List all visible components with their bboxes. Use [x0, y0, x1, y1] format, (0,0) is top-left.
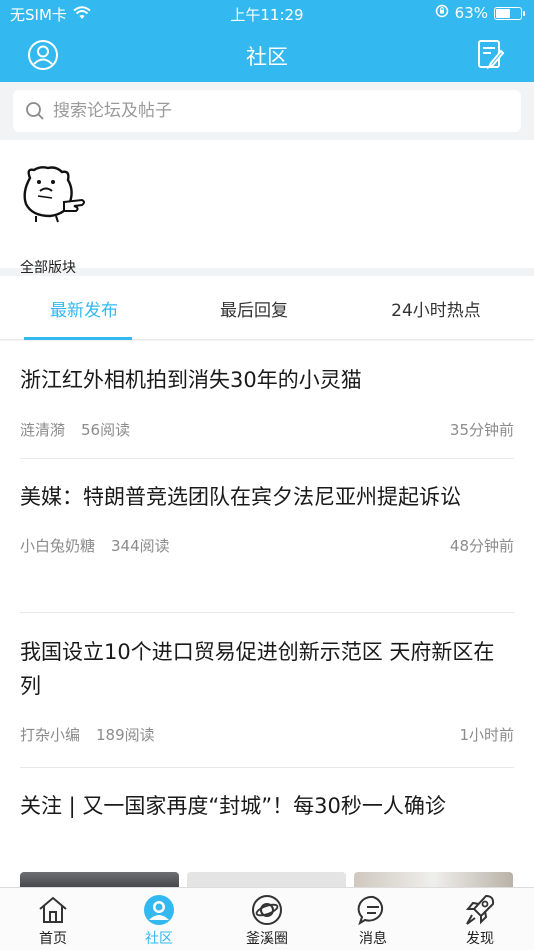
post-thumbnail[interactable] — [187, 872, 346, 887]
post-title: 浙江红外相机拍到消失30年的小灵猫 — [20, 368, 362, 392]
tab-messages[interactable]: 消息 — [333, 892, 413, 948]
divider — [20, 767, 514, 768]
rotation-lock-icon — [435, 4, 449, 22]
tab-discover[interactable]: 发现 — [440, 892, 520, 948]
tab-label: 发现 — [466, 931, 494, 947]
post-title: 关注 | 又一国家再度“封城”！每30秒一人确诊 — [20, 794, 446, 818]
post-read-count: 56阅读 — [81, 421, 131, 439]
post-author: 小白兔奶糖 — [20, 537, 96, 555]
post-item[interactable]: 浙江红外相机拍到消失30年的小灵猫 涟清漪 56阅读 35分钟前 — [0, 363, 534, 459]
divider — [20, 612, 514, 613]
post-item[interactable]: 我国设立10个进口贸易促进创新示范区 天府新区在列 打杂小编 189阅读 1小时… — [0, 635, 534, 745]
rocket-icon — [465, 894, 495, 925]
battery-percent: 63% — [454, 4, 488, 22]
search-input[interactable] — [53, 101, 493, 121]
post-meta: 打杂小编 189阅读 1小时前 — [20, 724, 514, 745]
post-author: 打杂小编 — [20, 726, 81, 744]
tab-label: 首页 — [39, 931, 67, 947]
planet-icon — [252, 895, 282, 925]
tab-label: 社区 — [145, 931, 173, 947]
post-author: 涟清漪 — [20, 421, 66, 439]
post-read-count: 189阅读 — [96, 726, 155, 744]
post-title: 美媒：特朗普竞选团队在宾夕法尼亚州提起诉讼 — [20, 485, 461, 509]
post-meta: 涟清漪 56阅读 35分钟前 — [20, 419, 514, 440]
compose-icon — [478, 40, 505, 70]
status-bar: 无SIM卡 上午11:29 63% — [0, 0, 534, 28]
post-item[interactable]: 美媒：特朗普竞选团队在宾夕法尼亚州提起诉讼 小白兔奶糖 344阅读 48分钟前 — [0, 480, 534, 556]
tab-last-reply[interactable]: 最后回复 — [174, 296, 334, 321]
post-list: 浙江红外相机拍到消失30年的小灵猫 涟清漪 56阅读 35分钟前 美媒：特朗普竞… — [0, 341, 534, 887]
post-item[interactable]: 关注 | 又一国家再度“封城”！每30秒一人确诊 — [0, 789, 534, 823]
tab-home[interactable]: 首页 — [13, 892, 93, 948]
tab-latest[interactable]: 最新发布 — [4, 296, 164, 321]
post-time: 35分钟前 — [449, 421, 514, 439]
post-thumbnails — [20, 872, 514, 887]
tab-label: 消息 — [359, 931, 387, 947]
tab-24h-hot[interactable]: 24小时热点 — [356, 296, 516, 321]
community-icon — [144, 895, 174, 925]
tab-community[interactable]: 社区 — [119, 892, 199, 948]
post-thumbnail[interactable] — [354, 872, 513, 887]
battery-level-fill — [496, 8, 510, 18]
post-title: 我国设立10个进口贸易促进创新示范区 天府新区在列 — [20, 640, 495, 698]
active-tab-indicator — [24, 337, 132, 340]
message-icon — [357, 895, 384, 926]
nav-bar: 社区 — [0, 28, 534, 82]
search-box[interactable] — [13, 90, 521, 132]
board-label: 全部版块 — [20, 260, 76, 276]
search-bar-area — [0, 82, 534, 140]
post-thumbnail[interactable] — [20, 872, 179, 887]
post-time: 48分钟前 — [449, 537, 514, 555]
board-all[interactable]: 全部版块 — [20, 164, 90, 276]
post-time: 1小时前 — [459, 726, 514, 744]
tab-label: 釜溪圈 — [246, 931, 288, 947]
compose-post-button[interactable] — [474, 38, 508, 72]
post-filter-tabs: 最新发布 最后回复 24小时热点 — [0, 276, 534, 340]
post-read-count: 344阅读 — [111, 537, 170, 555]
bear-mascot-icon — [23, 166, 85, 223]
post-meta: 小白兔奶糖 344阅读 48分钟前 — [20, 535, 514, 556]
boards-section: 全部版块 — [0, 140, 534, 276]
page-title: 社区 — [246, 45, 288, 69]
battery-icon — [494, 6, 525, 20]
bottom-tab-bar: 首页 社区 釜溪圈 消息 发现 — [0, 887, 534, 950]
search-icon — [26, 102, 44, 120]
tab-fuxi-circle[interactable]: 釜溪圈 — [227, 892, 307, 948]
divider — [20, 458, 514, 459]
home-icon — [39, 896, 67, 923]
